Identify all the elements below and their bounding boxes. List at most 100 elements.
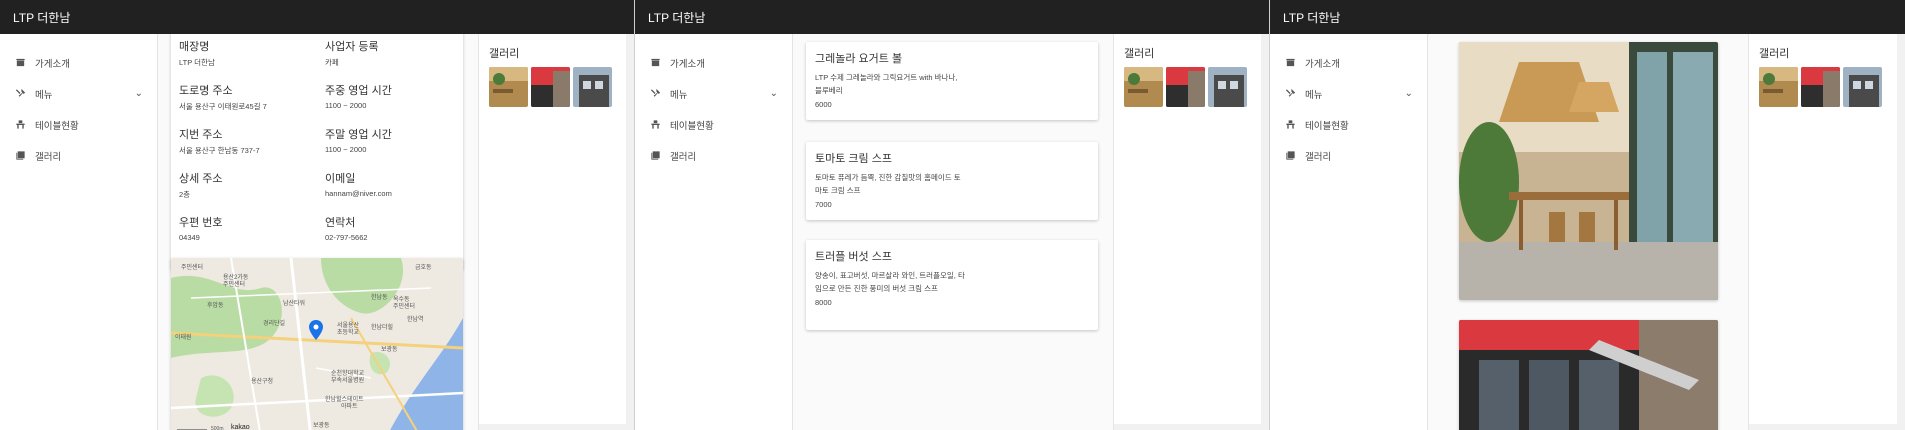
nav-item-menu[interactable]: 메뉴 ⌄ [1270, 78, 1427, 109]
window-gallery: LTP 더한남 가게소개 메뉴 ⌄ 테이블현황 갤러리 갤러리 [1270, 0, 1905, 430]
gallery-thumb-building[interactable] [573, 67, 612, 107]
gallery-thumbnails [489, 67, 624, 107]
gallery-thumb-building[interactable] [1208, 67, 1247, 107]
label: 연락처 [325, 217, 356, 229]
gallery-thumb-building[interactable] [1843, 67, 1882, 107]
nav-label: 메뉴 [1305, 89, 1323, 101]
app-title: LTP 더한남 [1283, 10, 1341, 25]
app-title: LTP 더한남 [648, 10, 706, 25]
nav-item-menu[interactable]: 메뉴 ⌄ [0, 78, 157, 109]
label: 매장명 [179, 41, 210, 53]
scrollbar-vertical[interactable] [1897, 34, 1905, 430]
sidebar: 가게소개 메뉴 ⌄ 테이블현황 갤러리 [1270, 34, 1428, 430]
chevron-down-icon[interactable]: ⌄ [135, 88, 143, 99]
map[interactable]: 주민센터 용산2가동 주민센터 남산타워 후암동 경리단길 한남동 서울용산 초… [171, 258, 463, 430]
app-bar: LTP 더한남 [0, 0, 634, 34]
nav-label: 갤러리 [35, 151, 62, 163]
map-label: 주민센터 [393, 304, 416, 310]
value: LTP 더한남 [179, 58, 215, 67]
field-email: 이메일 hannam@niver.com [325, 172, 471, 208]
gallery-photo-interior[interactable] [1459, 42, 1718, 300]
menu-description: 토마토 퓨레가 듬뿍, 진한 감칠맛의 홈메이드 토마토 크림 스프 [815, 173, 961, 195]
gallery-icon [651, 151, 660, 160]
label: 도로명 주소 [179, 85, 233, 97]
scrollbar-horizontal[interactable] [1749, 424, 1897, 430]
map-label: 한남더힐 [371, 325, 394, 331]
nav-item-menu[interactable]: 메뉴 ⌄ [635, 78, 792, 109]
gallery-thumb-exterior[interactable] [1166, 67, 1205, 107]
nav-item-gallery[interactable]: 갤러리 [0, 140, 157, 171]
store-icon [16, 58, 25, 67]
menu-name: 토마토 크림 스프 [815, 153, 892, 165]
menu-name: 트러플 버섯 스프 [815, 251, 892, 263]
table-icon [16, 120, 25, 129]
store-info-card: 매장명 LTP 더한남 사업자 등록 카페 도로명 주소 서울 용산구 이태원로… [171, 34, 463, 270]
gallery-content [1428, 34, 1748, 430]
scrollbar-vertical[interactable] [1261, 34, 1269, 430]
map-label: 한남동 [371, 295, 388, 301]
map-graphic [171, 258, 463, 430]
nav-label: 테이블현황 [1305, 120, 1349, 132]
sidebar: 가게소개 메뉴 ⌄ 테이블현황 갤러리 [0, 34, 158, 430]
nav-label: 테이블현황 [35, 120, 79, 132]
utensils-icon [1285, 88, 1296, 97]
menu-price: 7000 [815, 200, 832, 209]
gallery-thumb-interior[interactable] [1759, 67, 1798, 107]
map-label: 경리단길 [263, 321, 286, 327]
label: 이메일 [325, 173, 356, 185]
nav-item-gallery[interactable]: 갤러리 [635, 140, 792, 171]
field-jibun-address: 지번 주소 서울 용산구 한남동 737-7 [179, 128, 325, 164]
menu-card[interactable]: 그레놀라 요거트 볼 LTP 수제 그레놀라와 그릭요거트 with 바나나, … [806, 42, 1098, 120]
app-title: LTP 더한남 [13, 10, 71, 25]
nav-item-intro[interactable]: 가게소개 [1270, 47, 1427, 78]
nav-item-tables[interactable]: 테이블현황 [0, 109, 157, 140]
map-label: 남산타워 [283, 301, 306, 307]
nav-item-gallery[interactable]: 갤러리 [1270, 140, 1427, 171]
map-label: 주민센터 [223, 282, 246, 288]
nav-label: 가게소개 [35, 58, 70, 70]
gallery-thumb-interior[interactable] [489, 67, 528, 107]
gallery-icon [1286, 151, 1295, 160]
store-info-content: 매장명 LTP 더한남 사업자 등록 카페 도로명 주소 서울 용산구 이태원로… [158, 34, 478, 430]
map-label: 용산구청 [251, 379, 274, 385]
field-business: 사업자 등록 카페 [325, 40, 471, 76]
nav-item-tables[interactable]: 테이블현황 [1270, 109, 1427, 140]
scrollbar-vertical[interactable] [626, 34, 634, 430]
gallery-title: 갤러리 [1124, 48, 1155, 60]
chevron-down-icon[interactable]: ⌄ [770, 88, 778, 99]
value: 1100 ~ 2000 [325, 145, 367, 154]
gallery-thumb-exterior[interactable] [531, 67, 570, 107]
nav-item-intro[interactable]: 가게소개 [0, 47, 157, 78]
map-pin-icon[interactable] [309, 320, 323, 340]
gallery-sidebar: 갤러리 [478, 34, 634, 430]
nav-label: 가게소개 [670, 58, 705, 70]
label: 사업자 등록 [325, 41, 379, 53]
map-label: 한남역 [407, 317, 424, 323]
map-label: 보광동 [313, 423, 330, 429]
gallery-title: 갤러리 [1759, 48, 1790, 60]
field-weekend-hours: 주말 영업 시간 1100 ~ 2000 [325, 128, 471, 164]
field-road-address: 도로명 주소 서울 용산구 이태원로45길 7 [179, 84, 325, 120]
utensils-icon [15, 88, 26, 97]
nav-item-intro[interactable]: 가게소개 [635, 47, 792, 78]
menu-card[interactable]: 토마토 크림 스프 토마토 퓨레가 듬뿍, 진한 감칠맛의 홈메이드 토마토 크… [806, 142, 1098, 220]
nav-item-tables[interactable]: 테이블현황 [635, 109, 792, 140]
value: 1100 ~ 2000 [325, 101, 367, 110]
value: 02-797-5662 [325, 233, 368, 242]
table-icon [1286, 120, 1295, 129]
map-label: 초등학교 [337, 330, 360, 336]
menu-card[interactable]: 트러플 버섯 스프 양송이, 표고버섯, 마르살라 와인, 트러플오일, 타임으… [806, 240, 1098, 330]
menu-description: LTP 수제 그레놀라와 그릭요거트 with 바나나, 블루베리 [815, 73, 958, 95]
chevron-down-icon[interactable]: ⌄ [1405, 88, 1413, 99]
sidebar: 가게소개 메뉴 ⌄ 테이블현황 갤러리 [635, 34, 793, 430]
scrollbar-horizontal[interactable] [479, 424, 626, 430]
nav-label: 가게소개 [1305, 58, 1340, 70]
table-icon [651, 120, 660, 129]
gallery-sidebar: 갤러리 [1748, 34, 1905, 430]
scrollbar-horizontal[interactable] [1114, 424, 1261, 430]
gallery-photo-exterior[interactable] [1459, 320, 1718, 430]
gallery-thumb-interior[interactable] [1124, 67, 1163, 107]
map-label: 보광동 [381, 347, 398, 353]
map-scale: 500m [211, 426, 224, 430]
gallery-thumb-exterior[interactable] [1801, 67, 1840, 107]
